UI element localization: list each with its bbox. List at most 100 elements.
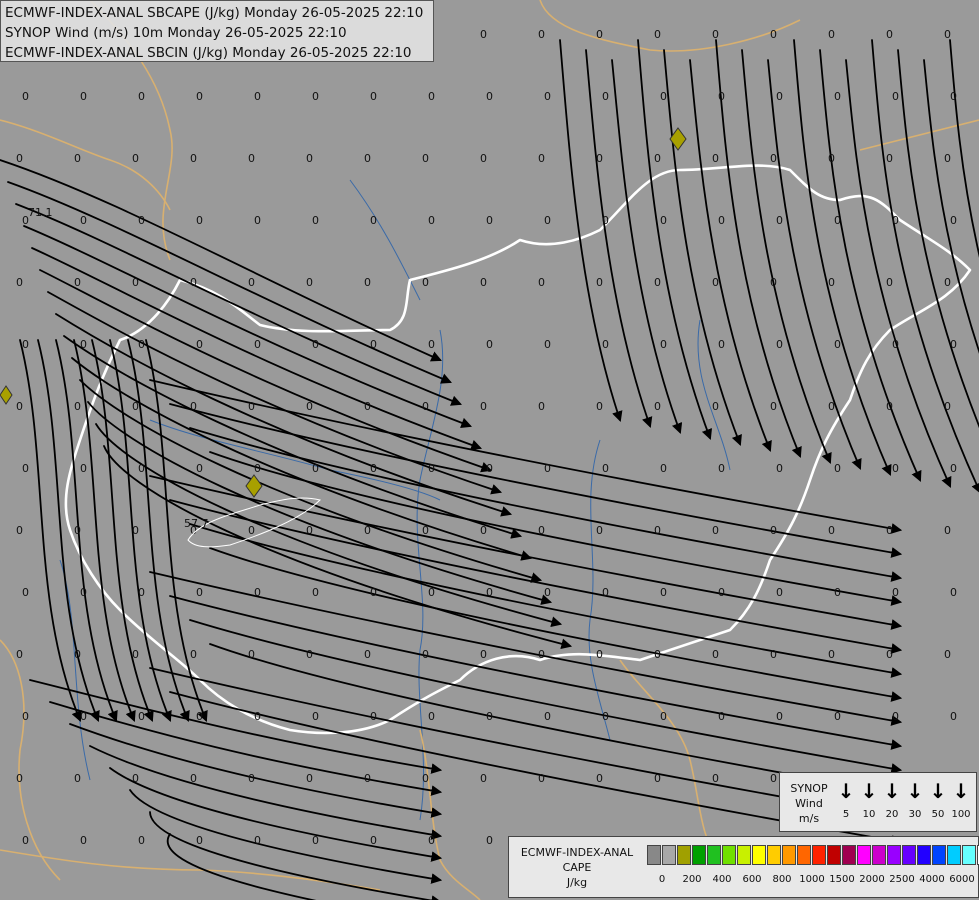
- cin-value: 0: [828, 276, 835, 289]
- cin-value: 0: [596, 524, 603, 537]
- cin-value: 0: [538, 28, 545, 41]
- cin-value: 0: [770, 276, 777, 289]
- cin-value: 0: [776, 338, 783, 351]
- cin-value: 0: [422, 276, 429, 289]
- cin-value: 0: [602, 586, 609, 599]
- cin-value: 0: [602, 710, 609, 723]
- cape-legend-title-2: CAPE: [562, 861, 592, 874]
- cin-value: 0: [132, 648, 139, 661]
- cape-color-swatch: [767, 845, 781, 865]
- cin-value: 0: [196, 462, 203, 475]
- cin-value: 0: [306, 152, 313, 165]
- cin-value: 0: [74, 152, 81, 165]
- cin-value: 0: [370, 338, 377, 351]
- cin-value: 0: [428, 834, 435, 847]
- cin-value: 0: [892, 90, 899, 103]
- cin-value: 0: [248, 772, 255, 785]
- cape-legend-title-3: J/kg: [566, 876, 588, 889]
- cin-value: 0: [254, 710, 261, 723]
- cin-value: 0: [132, 524, 139, 537]
- cin-value: 0: [770, 772, 777, 785]
- cin-value: 0: [74, 276, 81, 289]
- cape-color-swatch: [917, 845, 931, 865]
- cin-value: 0: [312, 462, 319, 475]
- cin-value: 0: [16, 772, 23, 785]
- cin-value: 0: [776, 462, 783, 475]
- cin-value: 0: [712, 152, 719, 165]
- cin-value: 0: [196, 338, 203, 351]
- cin-value: 0: [480, 648, 487, 661]
- cin-value: 0: [312, 586, 319, 599]
- cin-value: 0: [428, 462, 435, 475]
- cin-value: 0: [654, 276, 661, 289]
- cin-value: 0: [654, 524, 661, 537]
- map-label-max: 71.1: [28, 206, 53, 219]
- cin-value: 0: [22, 834, 29, 847]
- cin-value: 0: [138, 214, 145, 227]
- cin-value: 0: [596, 772, 603, 785]
- cin-value: 0: [602, 462, 609, 475]
- cin-value: 0: [944, 28, 951, 41]
- cin-value: 0: [428, 214, 435, 227]
- cin-value: 0: [428, 90, 435, 103]
- cin-value: 0: [190, 400, 197, 413]
- cin-value: 0: [886, 648, 893, 661]
- cin-value: 0: [196, 834, 203, 847]
- cin-value: 0: [596, 276, 603, 289]
- cin-value: 0: [312, 214, 319, 227]
- cin-value: 0: [312, 834, 319, 847]
- cin-value: 0: [132, 772, 139, 785]
- cin-value: 0: [312, 338, 319, 351]
- cin-value: 0: [828, 648, 835, 661]
- cin-value: 0: [138, 586, 145, 599]
- cin-value: 0: [944, 524, 951, 537]
- wind-legend-item: ↓ 50: [927, 779, 949, 821]
- cin-value: 0: [248, 648, 255, 661]
- cin-value: 0: [364, 524, 371, 537]
- cin-value: 0: [306, 772, 313, 785]
- cin-value: 0: [16, 276, 23, 289]
- cin-value: 0: [660, 338, 667, 351]
- cape-legend: ECMWF-INDEX-ANAL CAPE J/kg 0 200 400 600 800…: [508, 836, 979, 898]
- cin-value: 0: [16, 400, 23, 413]
- cin-value: 0: [364, 648, 371, 661]
- wind-legend-item: ↓ 5: [835, 779, 857, 821]
- cin-value: 0: [486, 834, 493, 847]
- cin-value: 0: [712, 524, 719, 537]
- cape-color-swatch: [662, 845, 676, 865]
- cin-value: 0: [950, 586, 957, 599]
- cin-value: 0: [422, 772, 429, 785]
- cin-value: 0: [74, 648, 81, 661]
- cin-value: 0: [544, 462, 551, 475]
- cin-value: 0: [370, 834, 377, 847]
- cape-color-swatch: [842, 845, 856, 865]
- cin-value: 0: [22, 462, 29, 475]
- cin-value: 0: [22, 586, 29, 599]
- cin-value: 0: [254, 214, 261, 227]
- cin-value: 0: [712, 648, 719, 661]
- cin-value: 0: [770, 152, 777, 165]
- cin-value: 0: [190, 276, 197, 289]
- cin-value: 0: [80, 834, 87, 847]
- cin-value: 0: [886, 152, 893, 165]
- cin-value: 0: [660, 586, 667, 599]
- cin-value: 0: [16, 524, 23, 537]
- cin-value: 0: [950, 462, 957, 475]
- cin-value: 0: [306, 400, 313, 413]
- title-line-1: ECMWF-INDEX-ANAL SBCAPE (J/kg) Monday 26…: [5, 5, 424, 21]
- map-label-contour: 57.7: [184, 517, 209, 530]
- cin-value: 0: [770, 28, 777, 41]
- cin-value: 0: [132, 276, 139, 289]
- cin-value: 0: [834, 90, 841, 103]
- cin-value: 0: [944, 152, 951, 165]
- title-line-2: SYNOP Wind (m/s) 10m Monday 26-05-2025 2…: [5, 25, 347, 41]
- cin-value: 0: [944, 276, 951, 289]
- cin-value: 0: [660, 90, 667, 103]
- cape-color-swatch: [947, 845, 961, 865]
- weather-map[interactable]: 0 0 0 0 0 0 0 0 0 0 0 0 0 0 0 0 0 0 0 0 0 0 0 0 0 0 0 0 0 0 0 0 0 0 0 0 0 0 0 0…: [0, 0, 979, 900]
- cin-value: 0: [74, 772, 81, 785]
- cin-value: 0: [944, 648, 951, 661]
- cin-value: 0: [248, 524, 255, 537]
- cin-value: 0: [80, 586, 87, 599]
- cin-value: 0: [370, 710, 377, 723]
